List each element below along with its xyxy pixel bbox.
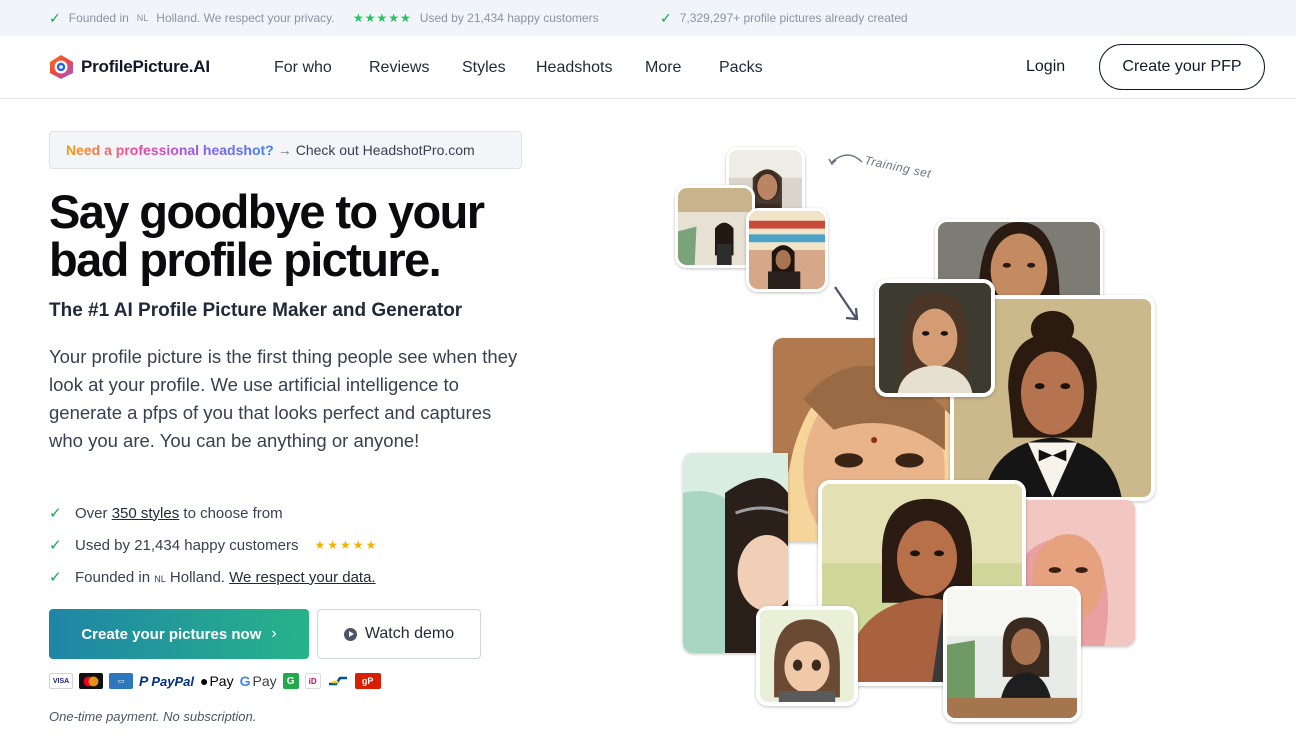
- headline-line-2: bad profile picture.: [49, 233, 442, 286]
- rating-stars-icon: ★★★★★: [314, 538, 379, 552]
- training-photo-2: [675, 185, 755, 268]
- giropay-icon: G: [282, 673, 299, 689]
- arrow-right-icon: →: [277, 142, 292, 158]
- nav-headshots[interactable]: Headshots: [536, 59, 613, 77]
- check-icon: ✓: [49, 9, 61, 26]
- hero-headline: Say goodbye to your bad profile picture.: [49, 188, 569, 284]
- chevron-right-icon: ›: [271, 625, 277, 642]
- trust-customers-text: Used by 21,434 happy customers: [419, 11, 599, 25]
- feature-founded: ✓ Founded in NL Holland. We respect your…: [49, 561, 378, 593]
- nl-flag-label: NL: [136, 13, 149, 23]
- check-icon: ✓: [49, 505, 62, 522]
- bancontact-icon: [326, 673, 349, 689]
- trust-created: ✓ 7,329,297+ profile pictures already cr…: [660, 0, 908, 36]
- nav-packs[interactable]: Packs: [719, 59, 763, 77]
- feature-styles-suffix: to choose from: [183, 504, 283, 522]
- create-pictures-button[interactable]: Create your pictures now ›: [49, 609, 309, 659]
- payment-note: One-time payment. No subscription.: [49, 709, 257, 724]
- visa-icon: VISA: [49, 673, 73, 689]
- arrow-down-icon: [834, 286, 859, 321]
- styles-link[interactable]: 350 styles: [112, 505, 180, 522]
- create-pfp-button[interactable]: Create your PFP: [1099, 44, 1265, 90]
- hero-paragraph: Your profile picture is the first thing …: [49, 346, 518, 451]
- check-icon: ✓: [660, 9, 672, 26]
- google-pay-label: Pay: [252, 673, 277, 689]
- login-link[interactable]: Login: [1026, 58, 1065, 76]
- portrait-illustrated: [875, 279, 995, 397]
- create-pictures-label: Create your pictures now: [81, 625, 262, 643]
- feature-customers-text: Used by 21,434 happy customers: [75, 536, 299, 554]
- portrait-anime-small: [756, 606, 858, 706]
- trust-customers: ★★★★★ Used by 21,434 happy customers: [353, 0, 599, 36]
- trust-created-text: 7,329,297+ profile pictures already crea…: [679, 11, 908, 25]
- amex-icon: ▭: [109, 673, 133, 689]
- banner-highlight: Need a professional headshot?: [66, 142, 274, 158]
- headshot-banner[interactable]: Need a professional headshot? → Check ou…: [49, 131, 522, 169]
- gp-icon: gP: [354, 673, 381, 689]
- banner-link[interactable]: Check out HeadshotPro.com: [296, 142, 475, 158]
- nav-styles[interactable]: Styles: [462, 59, 506, 77]
- watch-demo-button[interactable]: Watch demo: [317, 609, 481, 659]
- trust-founded: ✓ Founded in NL Holland. We respect your…: [49, 0, 335, 36]
- paypal-icon: P PayPal: [139, 673, 194, 689]
- feature-customers: ✓ Used by 21,434 happy customers ★★★★★: [49, 529, 378, 561]
- site-header: ProfilePicture.AI For who Reviews Styles…: [0, 36, 1296, 99]
- feature-founded-prefix: Founded in: [75, 568, 151, 586]
- feature-list: ✓ Over 350 styles to choose from ✓ Used …: [49, 497, 378, 593]
- nl-flag-label: NL: [154, 573, 166, 584]
- nav-more[interactable]: More: [645, 59, 681, 77]
- rating-stars-icon: ★★★★★: [353, 11, 412, 25]
- feature-styles: ✓ Over 350 styles to choose from: [49, 497, 378, 529]
- logo-icon: [48, 54, 75, 80]
- play-icon: [343, 627, 357, 641]
- headline-line-1: Say goodbye to your: [49, 185, 485, 238]
- watch-demo-label: Watch demo: [364, 625, 455, 642]
- check-icon: ✓: [49, 569, 62, 586]
- curved-arrow-icon: [828, 154, 863, 166]
- hero-subheading: The #1 AI Profile Picture Maker and Gene…: [49, 300, 463, 321]
- trust-bar: ✓ Founded in NL Holland. We respect your…: [0, 0, 1296, 36]
- training-photo-3: [746, 208, 828, 292]
- payment-methods: VISA ▭ P PayPal ● Pay G Pay G iD gP: [49, 673, 381, 689]
- feature-founded-mid: Holland.: [169, 568, 225, 586]
- nav-reviews[interactable]: Reviews: [369, 59, 429, 77]
- apple-pay-label: Pay: [209, 673, 234, 689]
- paypal-label: PayPal: [151, 673, 194, 689]
- nav-for-who[interactable]: For who: [274, 59, 332, 77]
- ideal-icon: iD: [304, 673, 321, 689]
- feature-styles-prefix: Over: [75, 504, 108, 522]
- mastercard-icon: [79, 673, 103, 689]
- google-pay-icon: G Pay: [239, 673, 277, 689]
- apple-pay-icon: ● Pay: [200, 673, 234, 689]
- privacy-link[interactable]: We respect your data.: [229, 569, 375, 586]
- trust-founded-prefix: Founded in: [68, 11, 129, 25]
- check-icon: ✓: [49, 537, 62, 554]
- trust-founded-suffix: Holland. We respect your privacy.: [156, 11, 335, 25]
- portrait-cafe: [943, 586, 1081, 722]
- logo[interactable]: ProfilePicture.AI: [48, 54, 210, 80]
- training-set-label: Training set: [863, 153, 933, 181]
- logo-text: ProfilePicture.AI: [81, 57, 210, 76]
